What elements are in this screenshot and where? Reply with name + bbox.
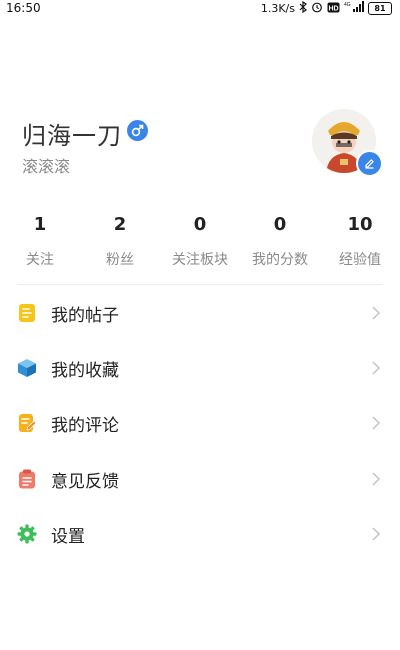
stat-label: 粉丝: [106, 252, 134, 268]
menu-item-label: 我的帖子: [51, 306, 119, 326]
menu-item-my-posts[interactable]: 我的帖子: [0, 290, 400, 336]
menu-item-label: 我的评论: [51, 416, 119, 436]
chevron-right-icon: [371, 415, 381, 431]
edit-profile-button[interactable]: [356, 150, 383, 177]
stats-row: 1 关注 2 粉丝 0 关注板块 0 我的分数 10 经验值: [0, 212, 400, 272]
hd-icon: HD: [327, 2, 340, 16]
battery-indicator: 81: [368, 2, 392, 15]
menu-item-settings[interactable]: 设置: [0, 511, 400, 557]
stat-value: 2: [113, 214, 127, 235]
signal-icon: 4G: [344, 1, 364, 16]
menu-item-label: 设置: [51, 527, 85, 547]
stat-label: 经验值: [339, 252, 381, 268]
stat-my-score[interactable]: 0 我的分数: [240, 212, 320, 269]
cube-icon: [17, 358, 37, 378]
male-gender-icon: [127, 120, 148, 141]
menu-item-label: 我的收藏: [51, 361, 119, 381]
chevron-right-icon: [371, 305, 381, 321]
pencil-icon: [365, 159, 374, 169]
stat-followers[interactable]: 2 粉丝: [80, 212, 160, 269]
stat-value: 1: [33, 214, 47, 235]
user-signature: 滚滚滚: [22, 157, 71, 176]
stat-experience[interactable]: 10 经验值: [320, 212, 400, 269]
chevron-right-icon: [371, 471, 381, 487]
stat-followed-boards[interactable]: 0 关注板块: [160, 212, 240, 269]
status-icons: 1.3K/s HD 4G 81: [260, 0, 392, 16]
svg-text:HD: HD: [328, 5, 338, 12]
status-bar: 16:50 1.3K/s HD 4G 81: [0, 0, 400, 18]
menu-item-my-favorites[interactable]: 我的收藏: [0, 345, 400, 391]
stat-following[interactable]: 1 关注: [0, 212, 80, 269]
edit-note-icon: [17, 413, 37, 433]
stat-value: 0: [193, 214, 207, 235]
stat-label: 关注板块: [172, 252, 228, 268]
bluetooth-icon: [299, 0, 307, 16]
alarm-icon: [311, 1, 323, 16]
clipboard-icon: [17, 469, 37, 489]
stat-label: 关注: [26, 252, 54, 268]
chevron-right-icon: [371, 526, 381, 542]
status-time: 16:50: [6, 1, 41, 15]
username: 归海一刀: [22, 122, 122, 150]
menu-item-feedback[interactable]: 意见反馈: [0, 456, 400, 502]
network-speed: 1.3K/s: [260, 2, 295, 15]
chevron-right-icon: [371, 360, 381, 376]
stat-label: 我的分数: [252, 252, 308, 268]
divider: [18, 284, 382, 285]
svg-text:4G: 4G: [344, 2, 351, 8]
stat-value: 10: [347, 214, 373, 235]
menu-item-my-comments[interactable]: 我的评论: [0, 400, 400, 446]
gear-icon: [17, 524, 37, 544]
document-icon: [17, 303, 37, 323]
stat-value: 0: [273, 214, 287, 235]
menu-item-label: 意见反馈: [51, 472, 119, 492]
